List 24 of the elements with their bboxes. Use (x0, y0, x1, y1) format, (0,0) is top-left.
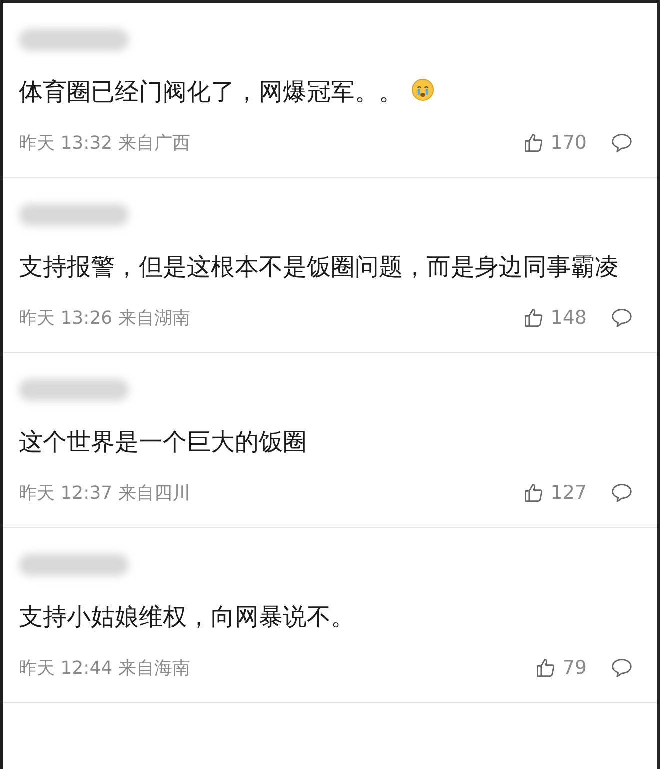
comment-text: 体育圈已经门阀化了，网爆冠军。。 (19, 73, 633, 111)
like-button[interactable]: 79 (534, 657, 587, 679)
comment-button[interactable] (611, 132, 633, 154)
like-button[interactable]: 148 (522, 307, 587, 329)
speech-bubble-icon (611, 657, 633, 679)
like-button[interactable]: 170 (522, 132, 587, 154)
comment-button[interactable] (611, 657, 633, 679)
comment-time: 昨天 12:44 来自海南 (19, 657, 190, 680)
comment-text: 支持小姑娘维权，向网暴说不。 (19, 602, 356, 633)
thumbs-up-icon (534, 657, 557, 679)
comment-text: 支持报警，但是这根本不是饭圈问题，而是身边同事霸凌 (19, 252, 620, 283)
speech-bubble-icon (611, 307, 633, 329)
like-button[interactable]: 127 (522, 482, 587, 504)
thumbs-up-icon (522, 307, 545, 329)
comment-time: 昨天 12:37 来自四川 (19, 482, 190, 505)
thumbs-up-icon (522, 482, 545, 504)
comment-button[interactable] (611, 307, 633, 329)
speech-bubble-icon (611, 482, 633, 504)
speech-bubble-icon (611, 132, 633, 154)
comment-time: 昨天 13:26 来自湖南 (19, 307, 190, 330)
thumbs-up-icon (522, 132, 545, 154)
comment-button[interactable] (611, 482, 633, 504)
comment-time: 昨天 13:32 来自广西 (19, 132, 190, 155)
comment-text: 这个世界是一个巨大的饭圈 (19, 427, 308, 458)
